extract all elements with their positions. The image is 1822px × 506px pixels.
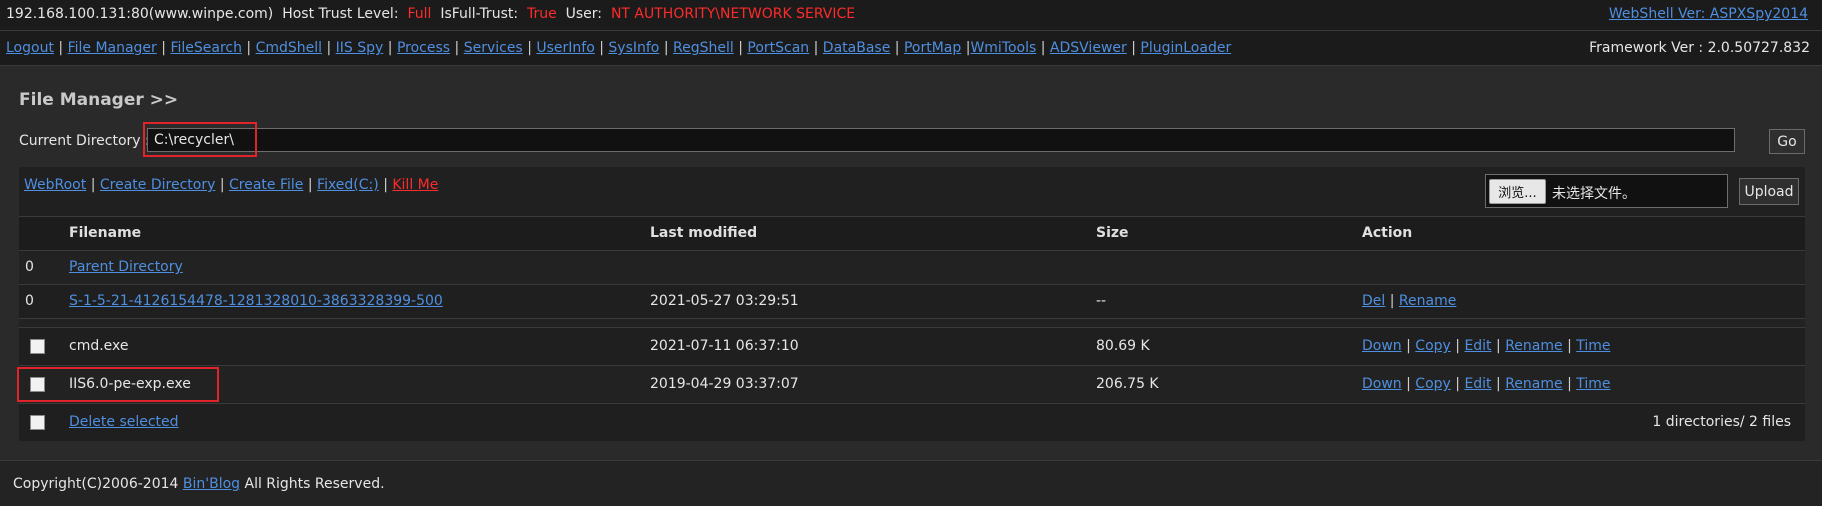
highlight-box-file	[17, 367, 219, 402]
last-modified: 2021-07-11 06:37:10	[650, 338, 799, 354]
copy-link[interactable]: Copy	[1415, 338, 1451, 354]
current-directory-label: Current Directory :	[19, 133, 150, 149]
fixed-drive-link[interactable]: Fixed(C:)	[317, 177, 379, 193]
nav-file-search[interactable]: FileSearch	[170, 40, 242, 56]
nav-iis-spy[interactable]: IIS Spy	[336, 40, 384, 56]
version-link[interactable]: WebShell Ver: ASPXSpy2014	[1609, 6, 1808, 22]
edit-link[interactable]: Edit	[1464, 376, 1491, 392]
row-actions: Down | Copy | Edit | Rename | Time	[1362, 338, 1611, 354]
actions-row: WebRoot | Create Directory | Create File…	[19, 167, 1805, 216]
edit-link[interactable]: Edit	[1464, 338, 1491, 354]
upload-button[interactable]: Upload	[1739, 178, 1799, 205]
column-filename: Filename	[69, 225, 142, 241]
isfull-trust-value: True	[526, 6, 557, 22]
column-action: Action	[1362, 225, 1413, 241]
column-size: Size	[1096, 225, 1129, 241]
file-upload-input[interactable]: 浏览... 未选择文件。	[1485, 174, 1728, 208]
nav-port-scan[interactable]: PortScan	[747, 40, 809, 56]
last-modified: 2021-05-27 03:29:51	[650, 293, 799, 309]
nav-process[interactable]: Process	[397, 40, 450, 56]
footer: Copyright(C)2006-2014 Bin'Blog All Right…	[0, 460, 1822, 506]
create-file-link[interactable]: Create File	[229, 177, 303, 193]
row-actions: Down | Copy | Edit | Rename | Time	[1362, 376, 1611, 392]
table-row: IIS6.0-pe-exp.exe 2019-04-29 03:37:07 20…	[19, 365, 1805, 403]
nav-ads-viewer[interactable]: ADSViewer	[1050, 40, 1127, 56]
copyright-text: Copyright(C)2006-2014 Bin'Blog All Right…	[13, 476, 385, 492]
directory-link[interactable]: S-1-5-21-4126154478-1281328010-386332839…	[69, 293, 443, 309]
nav-sys-info[interactable]: SysInfo	[608, 40, 659, 56]
page-title: File Manager >>	[19, 90, 179, 110]
select-all-checkbox[interactable]	[30, 415, 45, 430]
nav-links: Logout | File Manager | FileSearch | Cmd…	[6, 40, 1232, 56]
nav-port-map[interactable]: PortMap	[904, 40, 961, 56]
row-index: 0	[25, 259, 34, 275]
copyright-label: Copyright(C)2006-2014	[13, 476, 179, 492]
down-link[interactable]: Down	[1362, 338, 1402, 354]
size: 206.75 K	[1096, 376, 1159, 392]
table-header-row: Filename Last modified Size Action	[19, 216, 1805, 250]
delete-selected-link[interactable]: Delete selected	[69, 414, 179, 430]
nav-services[interactable]: Services	[464, 40, 523, 56]
parent-directory-link[interactable]: Parent Directory	[69, 259, 183, 275]
header-bar: 192.168.100.131:80(www.winpe.com) Host T…	[0, 0, 1822, 31]
nav-reg-shell[interactable]: RegShell	[673, 40, 734, 56]
size: --	[1096, 293, 1107, 309]
browse-button[interactable]: 浏览...	[1489, 179, 1546, 204]
row-divider	[19, 318, 1805, 327]
nav-logout[interactable]: Logout	[6, 40, 54, 56]
go-button[interactable]: Go	[1769, 129, 1805, 154]
down-link[interactable]: Down	[1362, 376, 1402, 392]
del-link[interactable]: Del	[1362, 293, 1385, 309]
directory-actions: WebRoot | Create Directory | Create File…	[24, 177, 439, 193]
framework-version: Framework Ver : 2.0.50727.832	[1589, 40, 1810, 56]
host-address: 192.168.100.131:80(www.winpe.com)	[6, 6, 274, 22]
host-info: 192.168.100.131:80(www.winpe.com) Host T…	[6, 6, 855, 22]
table-row: cmd.exe 2021-07-11 06:37:10 80.69 K Down…	[19, 327, 1805, 365]
kill-me-link[interactable]: Kill Me	[392, 177, 438, 193]
trust-level-label: Host Trust Level:	[282, 6, 399, 22]
table-footer-row: Delete selected 1 directories/ 2 files	[19, 403, 1805, 441]
rename-link[interactable]: Rename	[1505, 376, 1562, 392]
isfull-trust-label: IsFull-Trust:	[440, 6, 519, 22]
current-directory-input[interactable]	[147, 128, 1735, 152]
size: 80.69 K	[1096, 338, 1150, 354]
nav-database[interactable]: DataBase	[823, 40, 891, 56]
nav-user-info[interactable]: UserInfo	[536, 40, 594, 56]
last-modified: 2019-04-29 03:37:07	[650, 376, 799, 392]
user-label: User:	[565, 6, 603, 22]
nav-plugin-loader[interactable]: PluginLoader	[1140, 40, 1231, 56]
time-link[interactable]: Time	[1576, 376, 1610, 392]
copy-link[interactable]: Copy	[1415, 376, 1451, 392]
select-checkbox[interactable]	[30, 339, 45, 354]
file-count-summary: 1 directories/ 2 files	[1652, 414, 1791, 430]
time-link[interactable]: Time	[1576, 338, 1610, 354]
table-row: 0 S-1-5-21-4126154478-1281328010-3863328…	[19, 284, 1805, 318]
row-index: 0	[25, 293, 34, 309]
rename-link[interactable]: Rename	[1505, 338, 1562, 354]
no-file-selected-text: 未选择文件。	[1552, 186, 1636, 202]
blog-link[interactable]: Bin'Blog	[183, 476, 240, 492]
rights-text: All Rights Reserved.	[244, 476, 385, 492]
nav-bar: Logout | File Manager | FileSearch | Cmd…	[0, 31, 1822, 66]
nav-file-manager[interactable]: File Manager	[68, 40, 157, 56]
create-directory-link[interactable]: Create Directory	[100, 177, 216, 193]
nav-wmi-tools[interactable]: WmiTools	[970, 40, 1036, 56]
rename-link[interactable]: Rename	[1399, 293, 1456, 309]
nav-cmd-shell[interactable]: CmdShell	[256, 40, 322, 56]
table-row: 0 Parent Directory	[19, 250, 1805, 284]
file-name: cmd.exe	[69, 338, 129, 354]
user-value: NT AUTHORITY\NETWORK SERVICE	[610, 6, 856, 22]
trust-level-value: Full	[407, 6, 432, 22]
column-last-modified: Last modified	[650, 225, 758, 241]
highlight-box-directory	[143, 122, 257, 157]
webroot-link[interactable]: WebRoot	[24, 177, 86, 193]
row-actions: Del | Rename	[1362, 293, 1457, 309]
